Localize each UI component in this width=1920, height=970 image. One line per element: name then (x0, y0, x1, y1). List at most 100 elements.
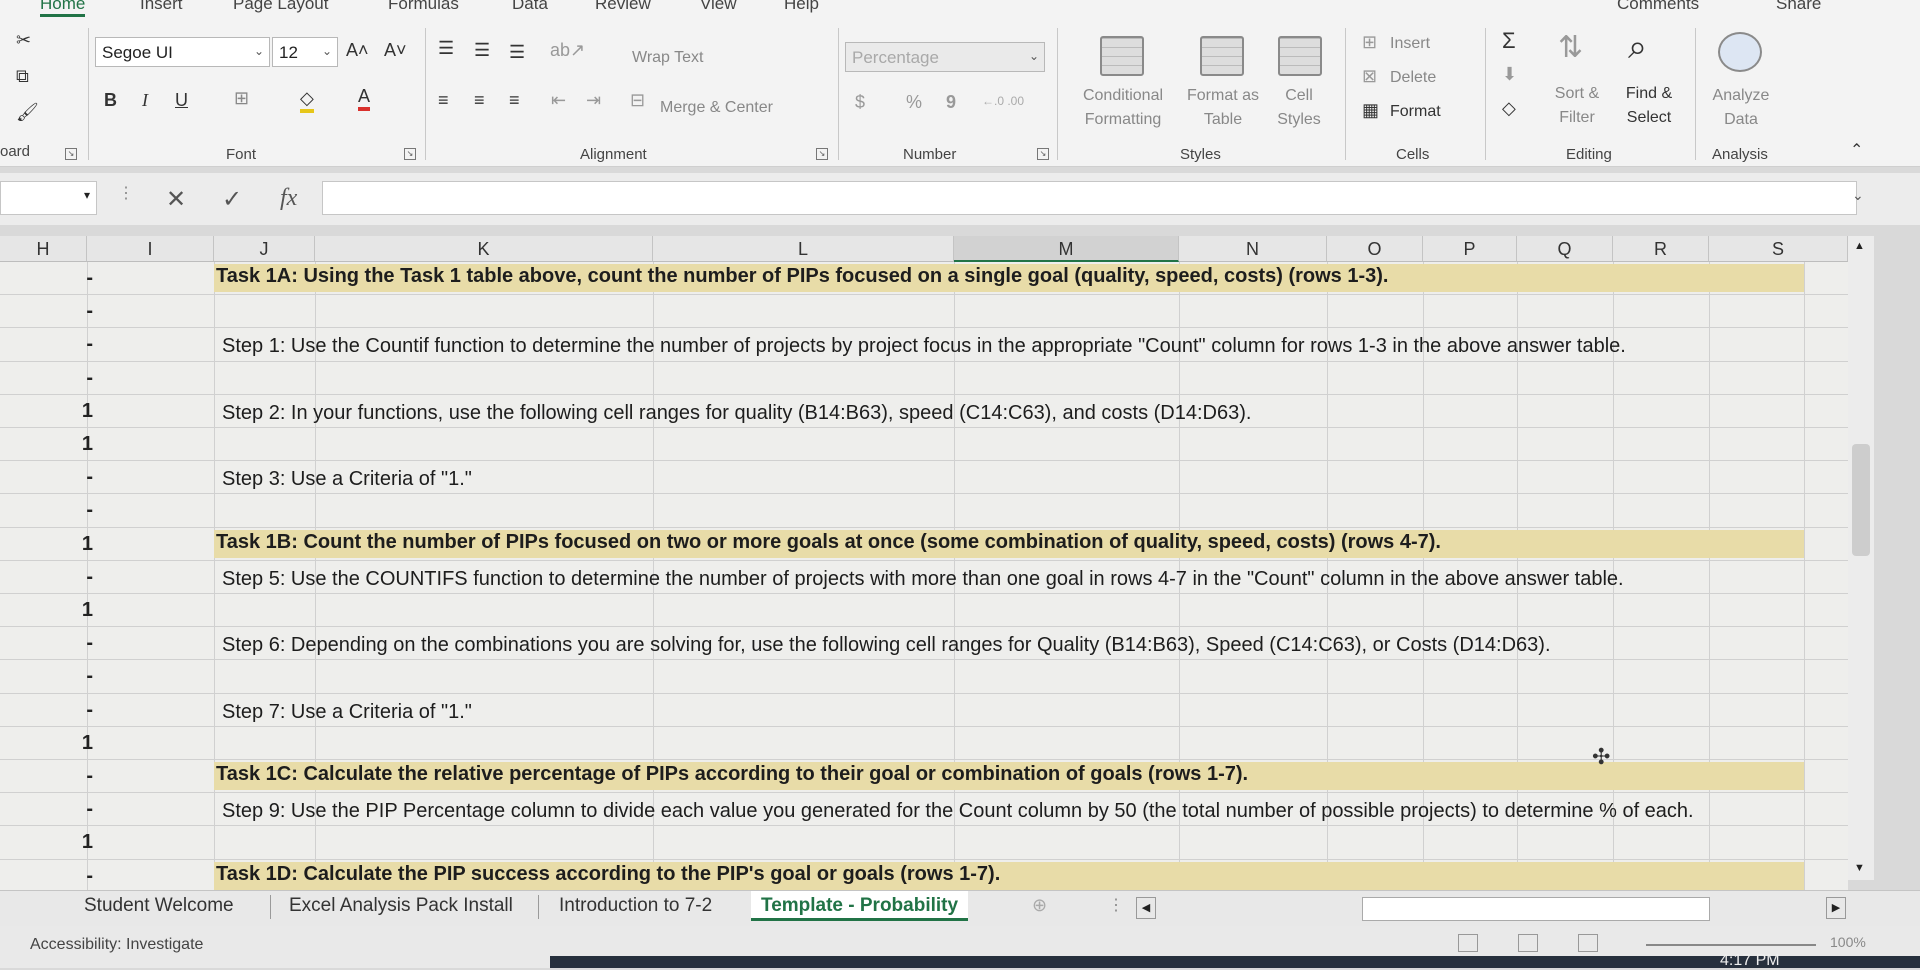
zoom-level[interactable]: 100% (1830, 934, 1866, 950)
instruction-cell[interactable]: Step 9: Use the PIP Percentage column to… (222, 800, 1694, 823)
instruction-cell[interactable]: Step 7: Use a Criteria of "1." (222, 701, 472, 724)
cell-h[interactable]: 1 (0, 395, 107, 427)
column-header-k[interactable]: K (315, 236, 653, 262)
wrap-text-button[interactable]: Wrap Text (632, 46, 703, 70)
delete-cells-icon[interactable]: ⊠ (1362, 66, 1377, 87)
sort-filter-label-2[interactable]: Filter (1550, 106, 1604, 130)
instruction-cell[interactable]: Step 6: Depending on the combinations yo… (222, 634, 1551, 657)
insert-function-icon[interactable]: fx (280, 185, 297, 212)
insert-cells-icon[interactable]: ⊞ (1362, 32, 1377, 53)
column-header-n[interactable]: N (1179, 236, 1327, 262)
number-format-combo[interactable]: Percentage ⌄ (845, 42, 1045, 72)
font-color-icon[interactable]: A (358, 86, 371, 111)
cell-h[interactable]: - (0, 793, 107, 825)
shrink-font-button[interactable]: A˅ (384, 40, 407, 61)
cell-h[interactable]: - (0, 694, 107, 726)
analyze-data-label-2[interactable]: Data (1700, 108, 1782, 132)
cell-h[interactable]: - (0, 461, 107, 493)
tab-page-layout[interactable]: Page Layout (233, 0, 328, 14)
expand-formula-icon[interactable]: ⌄ (1852, 187, 1864, 204)
column-header-l[interactable]: L (653, 236, 954, 262)
column-header-m[interactable]: M (954, 236, 1179, 262)
column-header-j[interactable]: J (214, 236, 315, 262)
fill-icon[interactable]: ⬇ (1502, 64, 1517, 85)
tab-formulas[interactable]: Formulas (388, 0, 459, 14)
align-middle-icon[interactable]: ☰ (474, 40, 490, 61)
tab-review[interactable]: Review (595, 0, 651, 14)
format-as-table-icon[interactable] (1200, 36, 1244, 76)
find-select-icon[interactable]: ⌕ (1628, 28, 1647, 67)
font-launcher[interactable]: ↘ (404, 148, 416, 160)
cell-h[interactable]: - (0, 295, 107, 327)
format-cells-icon[interactable]: ▦ (1362, 100, 1379, 121)
scroll-thumb[interactable] (1852, 444, 1870, 556)
more-icon[interactable]: ⋮ (1108, 895, 1124, 915)
format-as-table-label-1[interactable]: Format as (1180, 84, 1266, 108)
cell-h[interactable]: 1 (0, 727, 107, 759)
instruction-cell[interactable]: Step 1: Use the Countif function to dete… (222, 335, 1626, 358)
increase-indent-icon[interactable]: ⇥ (586, 90, 601, 111)
vertical-scrollbar[interactable]: ▲ ▼ (1848, 236, 1874, 880)
sort-filter-label-1[interactable]: Sort & (1550, 82, 1604, 106)
cell-h[interactable]: - (0, 860, 107, 892)
copy-icon[interactable]: ⧉ (16, 66, 29, 87)
find-select-label-2[interactable]: Select (1614, 106, 1684, 130)
cell-h[interactable]: 1 (0, 594, 107, 626)
autosum-icon[interactable]: Σ (1502, 28, 1516, 54)
column-header-i[interactable]: I (87, 236, 214, 262)
collapse-ribbon-icon[interactable]: ⌃ (1850, 140, 1863, 160)
page-layout-view-icon[interactable] (1518, 934, 1538, 952)
column-header-h[interactable]: H (0, 236, 87, 262)
add-sheet-icon[interactable]: ⊕ (1032, 895, 1047, 916)
alignment-launcher[interactable]: ↘ (816, 148, 828, 160)
bold-button[interactable]: B (104, 90, 117, 111)
align-top-icon[interactable]: ☰ (438, 38, 454, 59)
accessibility-status[interactable]: Accessibility: Investigate (30, 936, 203, 954)
format-as-table-label-2[interactable]: Table (1180, 108, 1266, 132)
column-header-s[interactable]: S (1709, 236, 1848, 262)
clear-icon[interactable]: ◇ (1502, 98, 1516, 119)
conditional-formatting-label-2[interactable]: Formatting (1070, 108, 1176, 132)
column-header-p[interactable]: P (1423, 236, 1517, 262)
task-heading-cell[interactable]: Task 1B: Count the number of PIPs focuse… (216, 531, 1441, 554)
sheet-tab-student-welcome[interactable]: Student Welcome (84, 891, 234, 921)
tab-home[interactable]: Home (40, 0, 86, 17)
scroll-right-icon[interactable]: ▶ (1826, 897, 1846, 919)
conditional-formatting-icon[interactable] (1100, 36, 1144, 76)
sheet-tab-introduction[interactable]: Introduction to 7-2 (559, 891, 712, 921)
cell-h[interactable]: - (0, 362, 107, 394)
share-button[interactable]: Share (1776, 0, 1821, 14)
cell-h[interactable]: - (0, 262, 107, 294)
cell-h[interactable]: - (0, 760, 107, 792)
instruction-cell[interactable]: Step 3: Use a Criteria of "1." (222, 468, 472, 491)
scroll-down-icon[interactable]: ▼ (1854, 862, 1865, 874)
horizontal-scrollbar[interactable] (1362, 897, 1710, 921)
merge-center-button[interactable]: Merge & Center (660, 96, 773, 120)
scroll-left-icon[interactable]: ◀ (1136, 897, 1156, 919)
cell-h[interactable]: - (0, 627, 107, 659)
cell-styles-label-2[interactable]: Styles (1262, 108, 1336, 132)
decrease-indent-icon[interactable]: ⇤ (551, 90, 566, 111)
align-center-icon[interactable]: ≡ (474, 90, 485, 111)
cell-h[interactable]: - (0, 561, 107, 593)
normal-view-icon[interactable] (1458, 934, 1478, 952)
cell-h[interactable]: 1 (0, 428, 107, 460)
underline-button[interactable]: U (175, 90, 188, 111)
column-header-o[interactable]: O (1327, 236, 1423, 262)
analyze-data-label-1[interactable]: Analyze (1700, 84, 1782, 108)
more-icon[interactable]: ⋮ (118, 183, 134, 203)
cell-h[interactable]: - (0, 328, 107, 360)
tab-view[interactable]: View (700, 0, 737, 14)
cell-h[interactable]: 1 (0, 826, 107, 858)
borders-icon[interactable]: ⊞ (234, 88, 249, 109)
formula-input[interactable] (322, 181, 1857, 215)
sheet-tab-excel-analysis-pack[interactable]: Excel Analysis Pack Install (289, 891, 513, 921)
cell-h[interactable]: 1 (0, 528, 107, 560)
page-break-view-icon[interactable] (1578, 934, 1598, 952)
zoom-slider[interactable] (1646, 944, 1816, 946)
insert-cells-button[interactable]: Insert (1390, 32, 1430, 56)
instruction-cell[interactable]: Step 2: In your functions, use the follo… (222, 402, 1251, 425)
align-right-icon[interactable]: ≡ (509, 90, 520, 111)
tab-data[interactable]: Data (512, 0, 548, 14)
conditional-formatting-label-1[interactable]: Conditional (1070, 84, 1176, 108)
